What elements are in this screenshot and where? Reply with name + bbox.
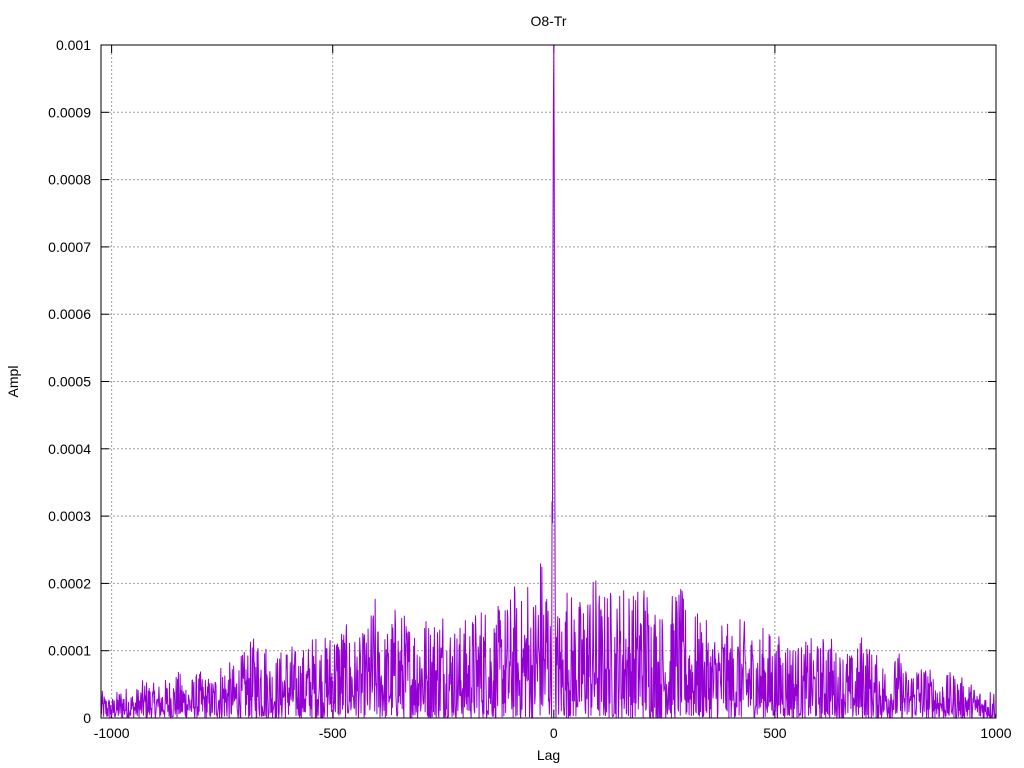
chart: -1000 -500 0 500 1000 0 0.0001 0.0002 0.0003 0.0…	[5, 13, 1012, 763]
x-tick-label: 0	[550, 725, 558, 741]
y-tick-label: 0	[83, 710, 91, 726]
y-tick-label: 0.0004	[48, 441, 91, 457]
x-tick-labels: -1000 -500 0 500 1000	[94, 725, 1012, 741]
y-tick-label: 0.0006	[48, 306, 91, 322]
x-tick-label: 1000	[980, 725, 1011, 741]
y-tick-label: 0.0002	[48, 575, 91, 591]
y-tick-label: 0.0008	[48, 172, 91, 188]
y-tick-label: 0.001	[56, 37, 91, 53]
y-tick-labels: 0 0.0001 0.0002 0.0003 0.0004 0.0005 0.0006 0.0…	[48, 37, 91, 726]
y-tick-label: 0.0001	[48, 643, 91, 659]
y-tick-label: 0.0009	[48, 104, 91, 120]
x-tick-label: -500	[319, 725, 347, 741]
x-tick-label: 500	[763, 725, 787, 741]
x-axis-label: Lag	[537, 747, 560, 763]
y-tick-label: 0.0007	[48, 239, 91, 255]
y-axis-label: Ampl	[5, 366, 21, 398]
y-tick-label: 0.0005	[48, 374, 91, 390]
chart-title: O8-Tr	[530, 13, 566, 29]
x-tick-label: -1000	[94, 725, 130, 741]
y-tick-label: 0.0003	[48, 508, 91, 524]
